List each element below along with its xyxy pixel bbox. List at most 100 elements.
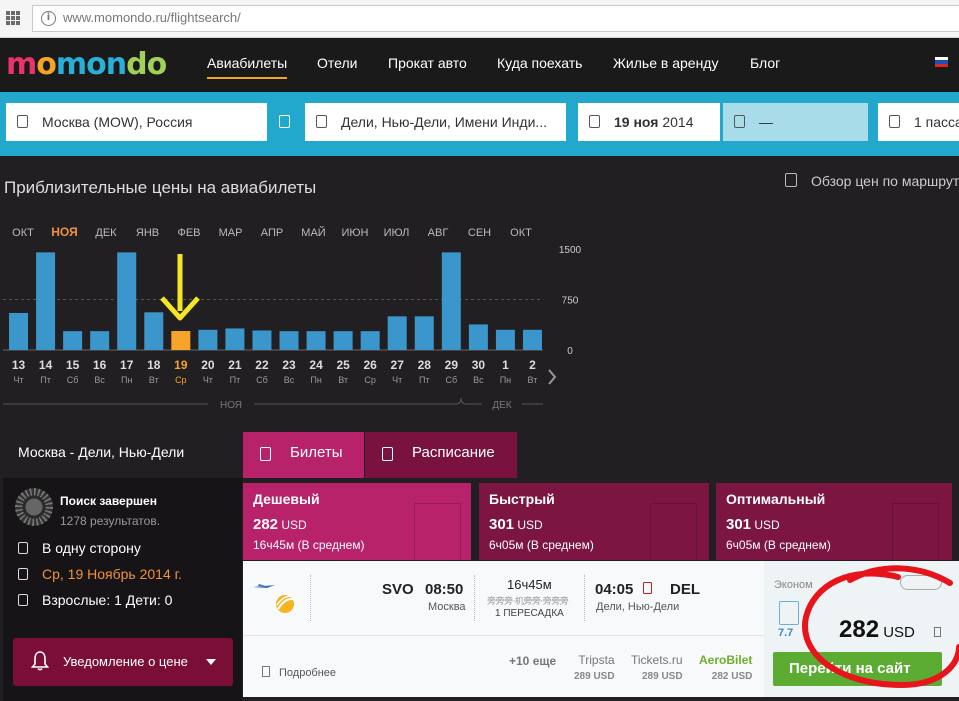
price-bar[interactable] <box>171 331 191 350</box>
month-label: АПР <box>261 227 283 239</box>
day-number: 14 <box>39 358 53 372</box>
red-circle-annotation <box>802 565 959 689</box>
date-filter[interactable]: Ср, 19 Ноябрь 2014 г. <box>18 566 182 582</box>
day-number: 15 <box>66 358 80 372</box>
bell-icon <box>31 651 49 671</box>
address-bar[interactable]: i www.momondo.ru/flightsearch/ <box>32 5 959 32</box>
y-tick-label: 0 <box>567 346 573 357</box>
provider-tripsta[interactable]: Tripsta 289 USD <box>574 653 615 682</box>
flight-timeline: 旁旁旁·机旁旁·旁旁旁 <box>487 597 569 607</box>
origin-field[interactable]: Москва (MOW), Россия <box>6 103 267 141</box>
price-chart: ОКТ НОЯ ДЕК ЯНВ ФЕВ МАР АПР МАЙ ИЮН ИЮЛ АВГ СЕН ОКТ … <box>3 225 582 411</box>
sort-optimal[interactable]: Оптимальный 301 USD 6ч05м (В среднем) <box>716 483 952 560</box>
site-header: momondo Авиабилеты Отели Прокат авто Куд… <box>0 38 959 92</box>
sort-fastest[interactable]: Быстрый 301 USD 6ч05м (В среднем) <box>479 483 709 560</box>
weekday-label: Ср <box>175 375 187 385</box>
russia-flag-icon[interactable] <box>935 57 948 67</box>
overview-label[interactable]: Обзор цен по маршруту <box>811 173 959 189</box>
apps-grid-icon[interactable] <box>6 11 20 25</box>
arrival-time: 04:05 <box>595 581 634 598</box>
price-bar[interactable] <box>279 331 299 350</box>
nav-blog[interactable]: Блог <box>750 55 780 71</box>
nav-rentals[interactable]: Жилье в аренду <box>613 55 718 71</box>
day-number: 1 <box>502 358 509 372</box>
tab-schedule[interactable]: Расписание <box>365 432 517 478</box>
departure-date-field[interactable]: 19 ноя 2014 <box>578 103 720 141</box>
price-bar[interactable] <box>387 316 407 350</box>
nav-hotels[interactable]: Отели <box>317 55 357 71</box>
price-bar[interactable] <box>63 331 83 350</box>
calendar-icon <box>734 115 745 128</box>
price-bar[interactable] <box>468 324 488 350</box>
swap-icon[interactable] <box>279 115 290 128</box>
info-icon[interactable]: i <box>41 11 56 26</box>
weekday-label: Ср <box>364 375 376 385</box>
price-bar[interactable] <box>36 252 56 350</box>
day-number: 2 <box>529 358 536 372</box>
range-label-dec: ДЕК <box>492 400 511 411</box>
passengers-filter[interactable]: Взрослые: 1 Дети: 0 <box>18 592 172 608</box>
price-bar[interactable] <box>225 328 245 350</box>
next-day-icon <box>643 582 652 594</box>
price-bar[interactable] <box>333 331 353 350</box>
momondo-logo[interactable]: momondo <box>6 47 167 82</box>
return-date-field[interactable]: — <box>723 103 868 141</box>
price-bar[interactable] <box>90 331 110 350</box>
month-label: НОЯ <box>51 225 77 239</box>
departure-year: 2014 <box>658 114 694 130</box>
weekday-label: Вс <box>94 375 105 385</box>
weekday-label: Чт <box>203 375 213 385</box>
month-label: АВГ <box>428 227 449 239</box>
ticket-icon <box>260 447 271 461</box>
price-bar[interactable] <box>144 312 164 350</box>
weekday-label: Пн <box>500 375 511 385</box>
nav-car-rental[interactable]: Прокат авто <box>388 55 467 71</box>
day-number: 25 <box>336 358 350 372</box>
day-number: 18 <box>147 358 161 372</box>
price-bar[interactable] <box>441 252 461 350</box>
weekday-label: Сб <box>67 375 79 385</box>
more-providers-link[interactable]: +10 еще <box>509 654 556 668</box>
nav-destinations[interactable]: Куда поехать <box>497 55 582 71</box>
url-text[interactable]: www.momondo.ru/flightsearch/ <box>63 10 241 25</box>
departure-date: 19 ноя <box>614 114 659 130</box>
person-icon <box>889 115 900 128</box>
overview-checkbox[interactable] <box>785 173 797 187</box>
details-link[interactable]: Подробнее <box>279 667 336 679</box>
price-bar[interactable] <box>198 329 218 350</box>
price-bar[interactable] <box>117 252 137 350</box>
price-bar[interactable] <box>360 331 380 350</box>
airline-logo <box>276 595 294 613</box>
weekday-label: Сб <box>445 375 457 385</box>
nav-flights[interactable]: Авиабилеты <box>207 55 288 79</box>
passengers-field[interactable]: 1 пасса <box>878 103 959 141</box>
day-number: 19 <box>174 358 188 372</box>
day-number: 16 <box>93 358 107 372</box>
provider-ticketsru[interactable]: Tickets.ru 289 USD <box>631 653 683 682</box>
trip-type-filter[interactable]: В одну сторону <box>18 540 141 556</box>
month-label: СЕН <box>468 227 491 239</box>
calendar-icon <box>18 568 28 580</box>
arrow-icon <box>18 542 28 554</box>
price-bar[interactable] <box>252 330 272 350</box>
price-bar[interactable] <box>9 312 29 350</box>
sort-cheapest[interactable]: Дешевый 282 USD 16ч45м (В среднем) <box>243 483 471 560</box>
location-icon <box>316 115 327 128</box>
month-label: ИЮН <box>342 227 369 239</box>
destination-field[interactable]: Дели, Нью-Дели, Имени Инди... <box>305 103 566 141</box>
price-bar[interactable] <box>414 316 434 350</box>
provider-aerobilet[interactable]: AeroBilet 282 USD <box>699 653 752 682</box>
weekday-label: Сб <box>256 375 268 385</box>
tab-tickets[interactable]: Билеты <box>243 432 364 478</box>
price-bar[interactable] <box>306 331 326 350</box>
price-bar[interactable] <box>522 329 542 350</box>
month-label: ДЕК <box>95 227 117 239</box>
day-number: 22 <box>255 358 269 372</box>
sort-currency: USD <box>514 518 543 532</box>
details-icon[interactable] <box>262 666 270 677</box>
price-alert-button[interactable]: Уведомление о цене <box>13 638 233 686</box>
month-label: ФЕВ <box>177 227 200 239</box>
price-bar[interactable] <box>495 329 515 350</box>
month-label: МАР <box>219 227 243 239</box>
chevron-right-icon[interactable] <box>548 369 557 385</box>
